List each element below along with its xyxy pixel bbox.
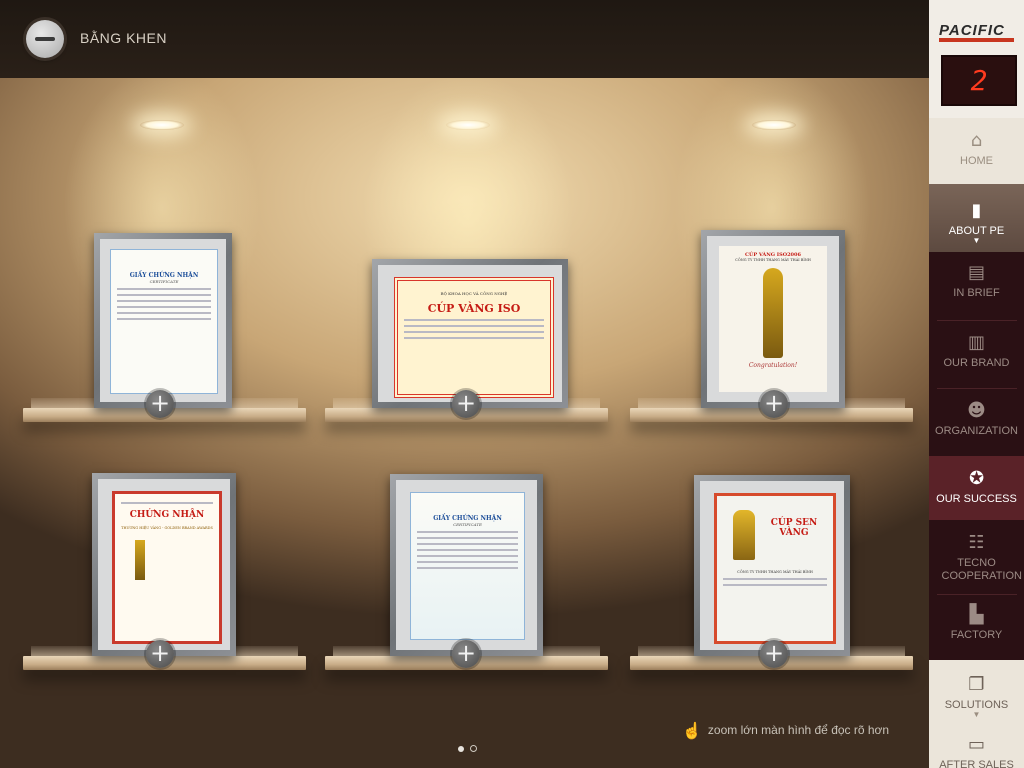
- toolbox-icon: ▭: [967, 734, 985, 755]
- certificate-title: CÚP VÀNG ISO: [427, 302, 521, 315]
- certificate-document: CHỨNG NHẬN THƯƠNG HIỆU VÀNG - GOLDEN BRA…: [112, 491, 222, 644]
- brand-logo: PACIFIC: [939, 22, 1005, 39]
- people-icon: ☻: [967, 400, 986, 421]
- book-icon: ▥: [967, 332, 985, 353]
- certificate-subtitle: BỘ KHOA HỌC VÀ CÔNG NGHỆ: [440, 291, 508, 296]
- sidebar-item-in-brief[interactable]: ▤ IN BRIEF: [929, 262, 1024, 320]
- frame-mat: CÚP VÀNG ISO2006 CÔNG TY TNHH THANG MÁY …: [707, 236, 839, 402]
- handshake-icon: ☷: [968, 532, 985, 553]
- sidebar-item-label: AFTER SALES: [939, 759, 1014, 768]
- brand-logo-bar: [939, 38, 1014, 42]
- hand-pointer-icon: ☝: [682, 723, 702, 740]
- certificate-subtitle: CERTIFICATE: [149, 279, 179, 284]
- home-icon: ⌂: [970, 130, 983, 151]
- sidebar-item-our-brand[interactable]: ▥ OUR BRAND: [929, 332, 1024, 388]
- certificate-frame-5[interactable]: GIẤY CHỨNG NHẬN CERTIFICATE: [390, 474, 543, 656]
- zoom-certificate-button[interactable]: +: [760, 390, 788, 418]
- trophy-icon: [135, 540, 145, 580]
- bookmark-icon: ▮: [971, 200, 982, 221]
- spotlight-icon: [446, 120, 490, 130]
- sidebar-item-organization[interactable]: ☻ ORGANIZATION: [929, 400, 1024, 456]
- certificate-frame-6[interactable]: CÚP SEN VÀNG CÔNG TY TNHH THANG MÁY THÁI…: [694, 475, 850, 656]
- sidebar-item-our-success[interactable]: ✪ OUR SUCCESS: [929, 456, 1024, 520]
- sidebar-item-label: TECNO COOPERATION: [941, 557, 1022, 582]
- divider: [937, 388, 1017, 389]
- sidebar-item-about[interactable]: ▮ ABOUT PE ▼: [929, 184, 1024, 252]
- certificate-title: CHỨNG NHẬN: [129, 510, 205, 520]
- layers-icon: ❐: [968, 674, 985, 695]
- document-icon: ▤: [967, 262, 985, 283]
- spotlight-icon: [140, 120, 184, 130]
- certificate-document: GIẤY CHỨNG NHẬN CERTIFICATE: [410, 492, 525, 640]
- certificate-subtitle: CÔNG TY TNHH THANG MÁY THÁI BÌNH: [735, 258, 811, 262]
- certificate-subtitle: CERTIFICATE: [453, 522, 482, 527]
- certificate-document: CÚP VÀNG ISO2006 CÔNG TY TNHH THANG MÁY …: [719, 246, 827, 392]
- certificate-title: GIẤY CHỨNG NHẬN: [433, 515, 502, 522]
- sidebar-item-label: IN BRIEF: [953, 287, 1000, 299]
- certificate-subtitle: THƯƠNG HIỆU VÀNG - GOLDEN BRAND AWARDS: [121, 526, 213, 530]
- certificate-frame-1[interactable]: GIẤY CHỨNG NHẬN CERTIFICATE: [94, 233, 232, 408]
- zoom-hint: ☝ zoom lớn màn hình để đọc rõ hơn: [682, 721, 889, 741]
- frame-mat: GIẤY CHỨNG NHẬN CERTIFICATE: [396, 480, 537, 650]
- floor-number: 2: [970, 64, 988, 97]
- sidebar-item-label: ORGANIZATION: [935, 425, 1018, 437]
- factory-icon: ▙: [969, 604, 984, 625]
- sidebar-item-label: OUR SUCCESS: [936, 493, 1017, 505]
- frame-mat: GIẤY CHỨNG NHẬN CERTIFICATE: [100, 239, 226, 402]
- page-indicator: [458, 739, 483, 757]
- sidebar-item-tecno[interactable]: ☷ TECNO COOPERATION: [929, 532, 1024, 594]
- chevron-down-icon: ▼: [972, 236, 981, 245]
- divider: [937, 594, 1017, 595]
- sidebar-item-solutions[interactable]: ❐ SOLUTIONS ▼: [929, 660, 1024, 728]
- certificate-subtitle: CÔNG TY TNHH THANG MÁY THÁI BÌNH: [737, 570, 813, 574]
- certificate-footer: Congratulation!: [748, 362, 798, 369]
- sidebar-item-label: HOME: [960, 155, 993, 167]
- certificate-title: GIẤY CHỨNG NHẬN: [129, 272, 199, 279]
- certificate-frame-2[interactable]: BỘ KHOA HỌC VÀ CÔNG NGHỆ CÚP VÀNG ISO: [372, 259, 568, 408]
- certificate-frame-4[interactable]: CHỨNG NHẬN THƯƠNG HIỆU VÀNG - GOLDEN BRA…: [92, 473, 236, 656]
- page-title: BẰNG KHEN: [80, 30, 167, 46]
- medal-icon: ✪: [968, 468, 985, 489]
- frame-mat: BỘ KHOA HỌC VÀ CÔNG NGHỆ CÚP VÀNG ISO: [378, 265, 562, 402]
- sidebar-item-label: FACTORY: [950, 629, 1003, 641]
- certificate-document: GIẤY CHỨNG NHẬN CERTIFICATE: [110, 249, 218, 394]
- zoom-certificate-button[interactable]: +: [452, 390, 480, 418]
- chevron-down-icon: ▼: [972, 710, 981, 719]
- zoom-certificate-button[interactable]: +: [146, 390, 174, 418]
- zoom-certificate-button[interactable]: +: [760, 640, 788, 668]
- certificate-document: CÚP SEN VÀNG CÔNG TY TNHH THANG MÁY THÁI…: [714, 493, 836, 644]
- sidebar-item-home[interactable]: ⌂ HOME: [929, 118, 1024, 184]
- divider: [937, 320, 1017, 321]
- sidebar-item-factory[interactable]: ▙ FACTORY: [929, 604, 1024, 658]
- trophy-icon: [763, 268, 783, 358]
- floor-indicator: 2: [941, 55, 1017, 106]
- sidebar-item-label: OUR BRAND: [943, 357, 1010, 369]
- certificate-document: BỘ KHOA HỌC VÀ CÔNG NGHỆ CÚP VÀNG ISO: [394, 277, 554, 398]
- brand-area: PACIFIC 2: [929, 0, 1024, 118]
- sidebar-item-after-sales[interactable]: ▭ AFTER SALES: [929, 728, 1024, 768]
- trophy-icon: [733, 510, 755, 560]
- certificate-frame-3[interactable]: CÚP VÀNG ISO2006 CÔNG TY TNHH THANG MÁY …: [701, 230, 845, 408]
- frame-mat: CHỨNG NHẬN THƯƠNG HIỆU VÀNG - GOLDEN BRA…: [98, 479, 230, 650]
- zoom-certificate-button[interactable]: +: [452, 640, 480, 668]
- page-dot[interactable]: [470, 745, 477, 752]
- zoom-certificate-button[interactable]: +: [146, 640, 174, 668]
- award-showcase: GIẤY CHỨNG NHẬN CERTIFICATE + BỘ KHOA HỌ…: [0, 78, 929, 768]
- frame-mat: CÚP SEN VÀNG CÔNG TY TNHH THANG MÁY THÁI…: [700, 481, 844, 650]
- back-button[interactable]: [26, 20, 64, 58]
- page-dot-active[interactable]: [458, 746, 464, 752]
- top-bar: BẰNG KHEN: [0, 0, 929, 78]
- spotlight-icon: [752, 120, 796, 130]
- zoom-hint-text: zoom lớn màn hình để đọc rõ hơn: [707, 723, 890, 737]
- sidebar: PACIFIC 2 ⌂ HOME ▮ ABOUT PE ▼ ▤ IN BRIEF…: [929, 0, 1024, 768]
